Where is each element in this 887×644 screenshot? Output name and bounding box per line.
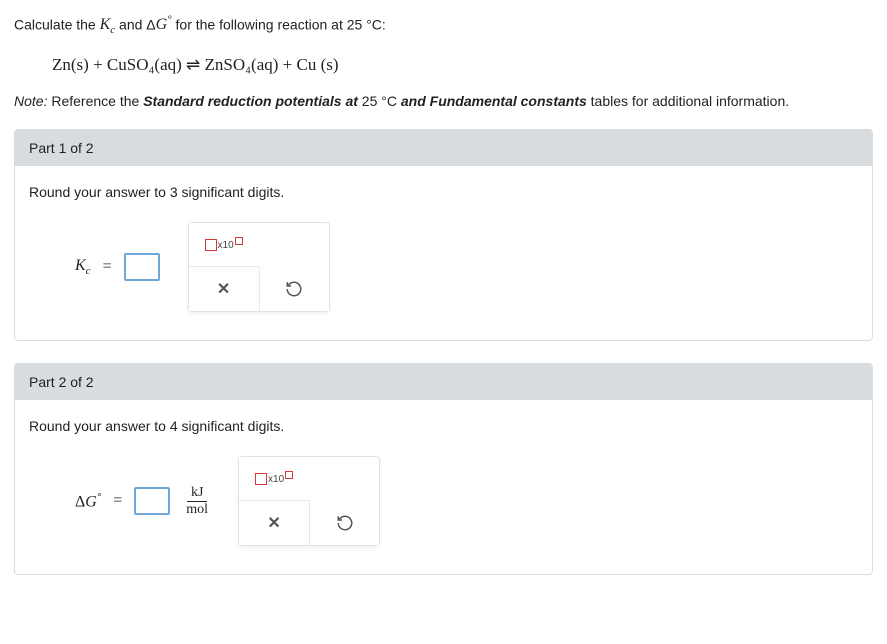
part-2-body: Round your answer to 4 significant digit… (15, 400, 872, 574)
part-2-sup: ° (97, 491, 101, 503)
part-1-sub: c (86, 265, 91, 277)
reset-button-2[interactable] (309, 501, 379, 545)
part-2-label: ΔG° (75, 491, 101, 511)
clear-button[interactable]: ✕ (189, 267, 259, 311)
part-1-toolbox: x10 ✕ (188, 222, 330, 312)
reset-button[interactable] (259, 267, 329, 311)
part-1-label: Kc (75, 257, 91, 277)
part-2-sym: G (85, 493, 97, 510)
close-icon-2: ✕ (267, 513, 280, 533)
equals-sign-2: = (113, 492, 122, 510)
part-2-toolbox: x10 ✕ (238, 456, 380, 546)
part-1-header: Part 1 of 2 (15, 130, 872, 166)
question-prompt: Calculate the Kc and ΔG° for the followi… (14, 12, 873, 39)
close-icon: ✕ (217, 279, 230, 299)
sci-notation-icon-2: x10 (255, 473, 293, 485)
note-b1: Standard reduction potentials at (143, 93, 362, 109)
part-1-panel: Part 1 of 2 Round your answer to 3 signi… (14, 129, 873, 341)
part-1-answer-line: Kc = x10 ✕ (75, 222, 858, 312)
prompt-prefix: Calculate the (14, 16, 100, 32)
part-1-body: Round your answer to 3 significant digit… (15, 166, 872, 340)
part-2-panel: Part 2 of 2 Round your answer to 4 signi… (14, 363, 873, 575)
note-t2: tables for additional information. (587, 93, 789, 109)
part-2-header: Part 2 of 2 (15, 364, 872, 400)
reset-icon (285, 280, 303, 298)
unit-fraction: kJ mol (184, 485, 210, 517)
kc-symbol: Kc (100, 16, 116, 33)
reaction-equation: Zn(s) + CuSO₄(aq) ⇌ ZnSO₄(aq) + Cu (s) (52, 55, 873, 75)
clear-button-2[interactable]: ✕ (239, 501, 309, 545)
sci-notation-button-2[interactable]: x10 (239, 457, 309, 501)
reset-icon-2 (336, 514, 354, 532)
kc-input[interactable] (124, 253, 160, 281)
prompt-suffix: for the following reaction at 25 °C: (172, 16, 386, 32)
unit-den: mol (184, 502, 210, 517)
sci-notation-icon: x10 (205, 239, 243, 251)
part-2-instruction: Round your answer to 4 significant digit… (29, 418, 858, 434)
reference-note: Note: Reference the Standard reduction p… (14, 93, 873, 109)
note-label: Note: (14, 93, 51, 109)
unit-num: kJ (187, 485, 207, 501)
note-t1: Reference the (51, 93, 143, 109)
equals-sign: = (103, 258, 112, 276)
part-1-instruction: Round your answer to 3 significant digit… (29, 184, 858, 200)
sci-notation-button[interactable]: x10 (189, 223, 259, 267)
prompt-and: and Δ (115, 16, 156, 32)
deltag-input[interactable] (134, 487, 170, 515)
part-2-answer-line: ΔG° = kJ mol x10 ✕ (75, 456, 858, 546)
part-1-sym: K (75, 257, 86, 274)
deltag-symbol: G° (156, 16, 172, 33)
note-b2: and Fundamental constants (397, 93, 587, 109)
note-mid: 25 °C (362, 93, 397, 109)
